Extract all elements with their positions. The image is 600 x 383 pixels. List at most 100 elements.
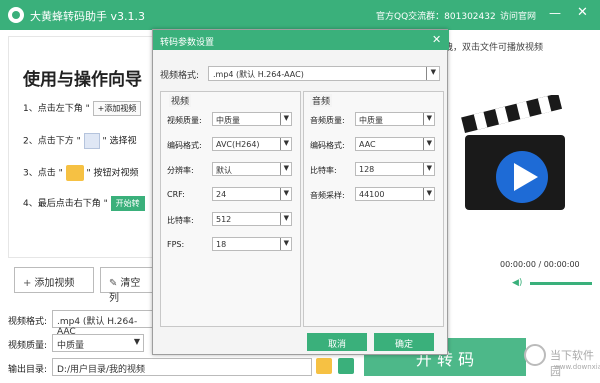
select-separator xyxy=(280,163,281,175)
step4-text: 4、最后点击右下角 " xyxy=(23,199,108,209)
video-player[interactable] xyxy=(446,55,592,251)
fps-value: 18 xyxy=(216,240,227,249)
chevron-down-icon: ▼ xyxy=(426,139,432,147)
quality-label: 视频质量: xyxy=(8,341,48,351)
watermark-logo-icon xyxy=(524,344,546,366)
chevron-down-icon: ▼ xyxy=(133,337,140,346)
plus-icon: + xyxy=(23,278,32,289)
audio-bitrate-select[interactable]: 128 ▼ xyxy=(355,162,435,176)
browse-folder-icon[interactable] xyxy=(338,358,354,374)
video-bitrate-value: 512 xyxy=(216,215,232,224)
audio-codec-label: 编码格式: xyxy=(310,141,345,150)
video-group xyxy=(160,91,301,327)
dialog-format-label: 视频格式: xyxy=(160,71,200,81)
video-quality-value: 中质量 xyxy=(216,116,240,125)
step2-text: 2、点击下方 " xyxy=(23,136,81,147)
guide-step-1: 1、点击左下角 " +添加视频 xyxy=(23,101,142,116)
dialog-title: 转码参数设置 xyxy=(160,38,215,48)
player-hint: 拽，双击文件可播放视频 xyxy=(444,43,544,53)
add-video-button[interactable]: + 添加视频 xyxy=(14,267,94,293)
select-separator xyxy=(280,238,281,250)
app-logo-icon xyxy=(8,7,24,23)
folder-icon xyxy=(65,165,84,181)
resolution-select[interactable]: 默认 ▼ xyxy=(212,162,292,176)
step3-text: 3、点击 " xyxy=(23,168,63,179)
audio-quality-value: 中质量 xyxy=(359,116,383,125)
format-select[interactable]: .mp4 (默认 H.264-AAC xyxy=(52,310,156,337)
dialog-close-icon[interactable]: ✕ xyxy=(432,33,441,46)
audio-sample-label: 音频采样: xyxy=(310,191,345,200)
add-video-label: 添加视频 xyxy=(34,278,75,289)
select-separator xyxy=(423,138,424,150)
select-separator xyxy=(423,163,424,175)
crf-select[interactable]: 24 ▼ xyxy=(212,187,292,201)
video-quality-label: 视频质量: xyxy=(167,116,202,125)
audio-bitrate-value: 128 xyxy=(359,165,375,174)
dialog-format-select[interactable]: .mp4 (默认 H.264-AAC) ▼ xyxy=(208,66,440,81)
select-separator xyxy=(423,113,424,125)
broom-icon: ✎ xyxy=(109,278,118,289)
clear-list-button[interactable]: ✎ 清空列 xyxy=(100,267,156,304)
select-separator xyxy=(280,138,281,150)
quality-value: 中质量 xyxy=(57,341,85,351)
audio-codec-value: AAC xyxy=(359,140,376,149)
output-label: 输出目录: xyxy=(8,365,48,375)
volume-bar[interactable] xyxy=(530,282,592,285)
clapperboard-icon xyxy=(461,95,565,210)
minimize-button[interactable]: — xyxy=(549,6,561,20)
video-codec-select[interactable]: AVC(H264) ▼ xyxy=(212,137,292,151)
chevron-down-icon: ▼ xyxy=(430,68,436,76)
format-label: 视频格式: xyxy=(8,317,48,327)
cancel-button[interactable]: 取消 xyxy=(307,333,367,351)
guide-heading: 使用与操作向导 xyxy=(23,70,142,90)
audio-codec-select[interactable]: AAC ▼ xyxy=(355,137,435,151)
fps-label: FPS: xyxy=(167,240,185,249)
output-value: D:/用户目录/我的视频 xyxy=(57,365,146,375)
select-separator xyxy=(423,188,424,200)
video-bitrate-select[interactable]: 512 ▼ xyxy=(212,212,292,226)
step3-suffix: " 按钮对视频 xyxy=(86,168,139,179)
open-folder-icon[interactable] xyxy=(316,358,332,374)
audio-sample-value: 44100 xyxy=(359,190,385,199)
audio-group xyxy=(303,91,444,327)
output-dir-field[interactable]: D:/用户目录/我的视频 xyxy=(52,358,312,376)
dialog-format-value: .mp4 (默认 H.264-AAC) xyxy=(213,70,304,79)
audio-group-title: 音频 xyxy=(310,94,333,107)
chevron-down-icon: ▼ xyxy=(283,189,289,197)
video-quality-select[interactable]: 中质量 ▼ xyxy=(212,112,292,126)
dialog-header: 转码参数设置 ✕ xyxy=(153,30,449,50)
audio-sample-select[interactable]: 44100 ▼ xyxy=(355,187,435,201)
chevron-down-icon: ▼ xyxy=(426,114,432,122)
resolution-value: 默认 xyxy=(216,166,232,175)
guide-step-4: 4、最后点击右下角 " 开始转 xyxy=(23,196,145,211)
select-separator xyxy=(280,188,281,200)
audio-quality-select[interactable]: 中质量 ▼ xyxy=(355,112,435,126)
audio-bitrate-label: 比特率: xyxy=(310,166,337,175)
ok-button[interactable]: 确定 xyxy=(374,333,434,351)
select-separator xyxy=(280,113,281,125)
chevron-down-icon: ▼ xyxy=(283,114,289,122)
step4-start-chip: 开始转 xyxy=(110,196,145,211)
step1-add-chip: +添加视频 xyxy=(92,101,142,116)
video-codec-value: AVC(H264) xyxy=(216,140,260,149)
fps-select[interactable]: 18 ▼ xyxy=(212,237,292,251)
chevron-down-icon: ▼ xyxy=(283,164,289,172)
chevron-down-icon: ▼ xyxy=(426,189,432,197)
volume-slider[interactable]: ◀) xyxy=(512,278,592,288)
crf-label: CRF: xyxy=(167,190,185,199)
select-separator xyxy=(280,213,281,225)
step2-suffix: " 选择视 xyxy=(102,136,137,147)
official-site-link[interactable]: 访问官网 xyxy=(500,9,536,22)
watermark-sub: www.downxia.com xyxy=(554,363,600,371)
qq-group-text: 官方QQ交流群：801302432 xyxy=(376,12,496,22)
close-button[interactable]: ✕ xyxy=(577,5,588,20)
chevron-down-icon: ▼ xyxy=(426,164,432,172)
step1-text: 1、点击左下角 " xyxy=(23,104,90,114)
settings-icon xyxy=(83,133,100,149)
quality-select[interactable]: 中质量 ▼ xyxy=(52,334,144,352)
resolution-label: 分辨率: xyxy=(167,166,194,175)
title-bar: 大黄蜂转码助手 v3.1.3 官方QQ交流群：801302432 访问官网 — … xyxy=(0,0,600,30)
transcode-settings-dialog: 转码参数设置 ✕ 视频格式: .mp4 (默认 H.264-AAC) ▼ 视频 … xyxy=(152,29,449,355)
guide-step-3: 3、点击 " " 按钮对视频 xyxy=(23,165,139,181)
app-title: 大黄蜂转码助手 v3.1.3 xyxy=(30,10,145,23)
